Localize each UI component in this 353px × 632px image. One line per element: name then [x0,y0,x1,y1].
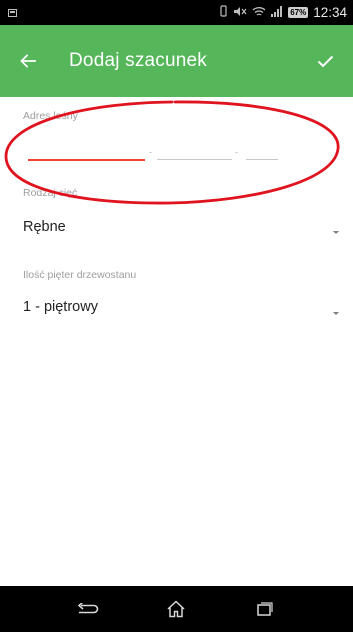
stand-layers-label: Ilość pięter drzewostanu [23,269,137,281]
address-segment-1-input[interactable] [28,159,145,161]
confirm-button[interactable] [297,33,353,89]
system-nav-bar [0,586,353,632]
arrow-left-icon [20,54,36,68]
address-separator: - [149,147,152,157]
wifi-icon [252,6,266,20]
address-separator: - [235,147,238,157]
page-title: Dodaj szacunek [69,50,207,71]
cut-type-select[interactable]: Rębne [23,219,66,235]
nav-home-button[interactable] [156,589,196,629]
clock: 12:34 [313,5,347,20]
stand-layers-select[interactable]: 1 - piętrowy [23,299,98,315]
check-icon [317,55,333,67]
chevron-down-icon[interactable] [333,312,339,315]
vibrate-icon [219,5,228,20]
cut-type-label: Rodzaj cięć [23,187,78,199]
back-button[interactable] [0,33,56,89]
estimate-form: Adres leśny - - Rodzaj cięć Rębne Ilość … [0,97,353,586]
status-bar: 67% 12:34 [0,0,353,25]
address-segment-3-input[interactable] [246,159,278,160]
recent-apps-icon [257,602,273,616]
chevron-down-icon[interactable] [333,231,339,234]
mute-icon [233,6,247,20]
app-bar: Dodaj szacunek [0,25,353,97]
home-icon [167,600,185,618]
nav-recent-apps-button[interactable] [245,589,285,629]
address-label: Adres leśny [23,110,78,122]
signal-icon [271,5,283,20]
nav-back-button[interactable] [68,589,108,629]
address-segment-2-input[interactable] [157,159,232,160]
screenshot-icon [8,8,17,17]
back-icon [77,603,99,614]
battery-icon: 67% [288,7,309,18]
